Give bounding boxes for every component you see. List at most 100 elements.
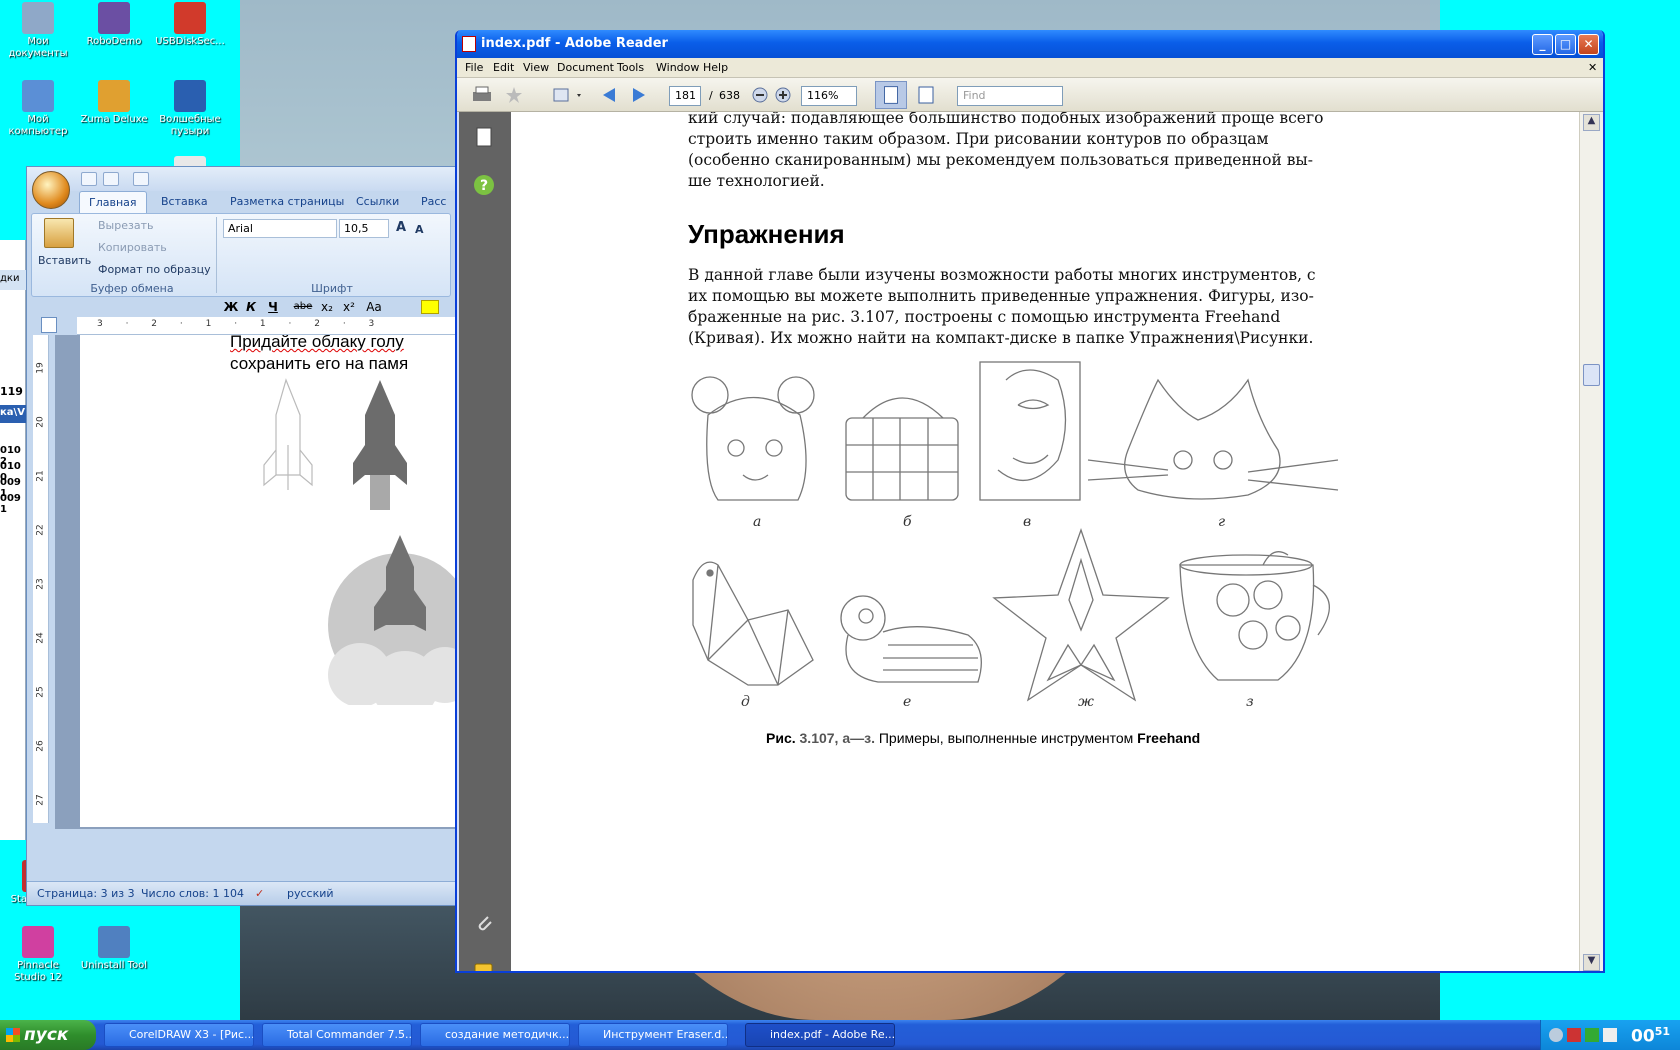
windows-logo-icon — [6, 1028, 20, 1042]
underline-button[interactable]: Ч — [265, 298, 281, 316]
pdf-line: ше технологией. — [688, 172, 825, 190]
tray-icon[interactable] — [1567, 1028, 1581, 1042]
clipboard-group-label: Буфер обмена — [90, 282, 174, 295]
copy-button[interactable]: Копировать — [98, 241, 167, 254]
strikethrough-button[interactable]: abe — [291, 298, 315, 316]
pages-icon[interactable] — [473, 126, 495, 148]
font-size-combo[interactable]: 10,5 — [339, 219, 389, 238]
format-painter-button[interactable]: Формат по образцу — [98, 263, 211, 276]
desktop-icon[interactable]: Pinnacle Studio 12 — [0, 926, 76, 984]
tray-icon[interactable] — [1603, 1028, 1617, 1042]
task-eraser-document[interactable]: Инструмент Eraser.d... — [578, 1023, 728, 1047]
attachments-icon[interactable] — [473, 912, 495, 934]
menu-edit[interactable]: Edit — [493, 61, 514, 74]
task-adobe-reader[interactable]: index.pdf - Adobe Re... — [745, 1023, 895, 1047]
cut-button[interactable]: Вырезать — [98, 219, 153, 232]
vertical-ruler[interactable]: 19 20 21 22 23 24 25 26 27 — [33, 335, 49, 823]
clock-hours: 00 — [1631, 1026, 1655, 1047]
scroll-up-icon[interactable]: ▲ — [1583, 114, 1600, 131]
word-window[interactable]: Главная Вставка Разметка страницы Ссылки… — [26, 166, 456, 906]
undo-icon[interactable] — [103, 172, 119, 186]
tab-references[interactable]: Ссылки — [347, 191, 408, 213]
robodemo-icon — [98, 2, 130, 34]
pdf-page: кий случай: подавляющее большинство подо… — [511, 112, 1581, 970]
figure-label: е — [903, 694, 911, 710]
desktop-icon[interactable]: Мои документы — [0, 2, 76, 60]
find-input[interactable]: Find — [957, 86, 1063, 106]
superscript-button[interactable]: x² — [341, 298, 357, 316]
language[interactable]: русский — [287, 887, 334, 900]
menu-file[interactable]: File — [465, 61, 483, 74]
menu-window[interactable]: Window — [656, 61, 699, 74]
horizontal-ruler[interactable]: 3 · 2 · 1 · 1 · 2 · 3 — [77, 317, 455, 335]
tab-insert[interactable]: Вставка — [152, 191, 217, 213]
zoom-out-icon[interactable] — [750, 84, 770, 106]
vertical-scrollbar[interactable]: ▲ ▼ — [1579, 112, 1603, 971]
close-document-icon[interactable]: ✕ — [1588, 61, 1597, 74]
office-button[interactable] — [32, 171, 70, 209]
print-icon[interactable] — [469, 84, 495, 106]
page-count[interactable]: Страница: 3 из 3 — [37, 887, 135, 900]
close-button[interactable]: ✕ — [1578, 34, 1599, 55]
task-label: index.pdf - Adobe Re... — [770, 1028, 895, 1041]
highlight-icon[interactable] — [421, 300, 439, 314]
title-bar[interactable]: index.pdf - Adobe Reader _ □ ✕ — [457, 30, 1603, 58]
tray-icon[interactable] — [1585, 1028, 1599, 1042]
tab-home[interactable]: Главная — [79, 191, 147, 213]
clock[interactable]: 0051 — [1631, 1025, 1670, 1047]
bold-button[interactable]: Ж — [223, 298, 239, 316]
document-text[interactable]: Придайте облаку голу сохранить его на па… — [230, 335, 408, 375]
previous-page-icon[interactable] — [597, 84, 623, 106]
task-total-commander[interactable]: Total Commander 7.5... — [262, 1023, 412, 1047]
page-number-input[interactable]: 181 — [669, 86, 701, 106]
status-bar: Страница: 3 из 3 Число слов: 1 104 ✓ рус… — [27, 881, 455, 905]
change-case-button[interactable]: Aa — [363, 298, 385, 316]
menu-tools[interactable]: Tools — [617, 61, 644, 74]
strip-label: ка\V — [0, 405, 26, 423]
scroll-thumb[interactable] — [1583, 364, 1600, 386]
page-separator: / — [709, 89, 713, 102]
subscript-button[interactable]: x₂ — [319, 298, 335, 316]
task-word-document[interactable]: создание методичк... — [420, 1023, 570, 1047]
shrink-font-button[interactable]: A — [415, 223, 424, 236]
font-name-combo[interactable]: Arial — [223, 219, 337, 238]
start-button[interactable]: пуск — [0, 1020, 96, 1050]
minimize-button[interactable]: _ — [1532, 34, 1553, 55]
desktop-icon[interactable]: Волшебные пузыри — [152, 80, 228, 138]
italic-button[interactable]: К — [243, 298, 259, 316]
document-line: сохранить его на памя — [230, 354, 409, 373]
save-icon[interactable] — [81, 172, 97, 186]
tray-icon[interactable] — [1549, 1028, 1563, 1042]
tab-page-layout[interactable]: Разметка страницы — [221, 191, 353, 213]
help-icon[interactable]: ? — [473, 174, 495, 196]
desktop-icon[interactable]: Мой компьютер — [0, 80, 76, 138]
tab-selector-icon[interactable] — [41, 317, 57, 333]
desktop-icon-label: USBDiskSec... — [155, 36, 225, 47]
menu-view[interactable]: View — [523, 61, 549, 74]
zoom-level-combo[interactable]: 116% — [801, 86, 857, 106]
desktop-icon[interactable]: Uninstall Tool — [76, 926, 152, 972]
menu-document[interactable]: Document — [557, 61, 614, 74]
scroll-down-icon[interactable]: ▼ — [1583, 954, 1600, 971]
maximize-button[interactable]: □ — [1555, 34, 1576, 55]
task-coreldraw[interactable]: CorelDRAW X3 - [Рис... — [104, 1023, 254, 1047]
word-count[interactable]: Число слов: 1 104 — [141, 887, 244, 900]
next-page-icon[interactable] — [625, 84, 651, 106]
fit-page-icon[interactable] — [913, 84, 939, 106]
menu-help[interactable]: Help — [703, 61, 728, 74]
proofing-icon[interactable]: ✓ — [255, 887, 269, 901]
desktop-icon[interactable]: Zuma Deluxe — [76, 80, 152, 126]
select-tool-icon[interactable] — [551, 84, 585, 106]
zoom-in-icon[interactable] — [773, 84, 793, 106]
redo-icon[interactable] — [133, 172, 149, 186]
desktop-icon[interactable]: USBDiskSec... — [152, 2, 228, 48]
ruler-number: 19 — [35, 362, 46, 374]
comments-icon[interactable] — [473, 960, 495, 973]
figure-bird — [692, 561, 814, 686]
tab-mailings[interactable]: Расс — [412, 191, 455, 213]
document-page[interactable]: Придайте облаку голу сохранить его на па… — [80, 335, 455, 827]
fit-width-icon[interactable] — [875, 81, 907, 109]
grow-font-button[interactable]: A — [396, 220, 406, 235]
paste-button[interactable]: Вставить — [38, 254, 91, 267]
desktop-icon[interactable]: RoboDemo — [76, 2, 152, 48]
